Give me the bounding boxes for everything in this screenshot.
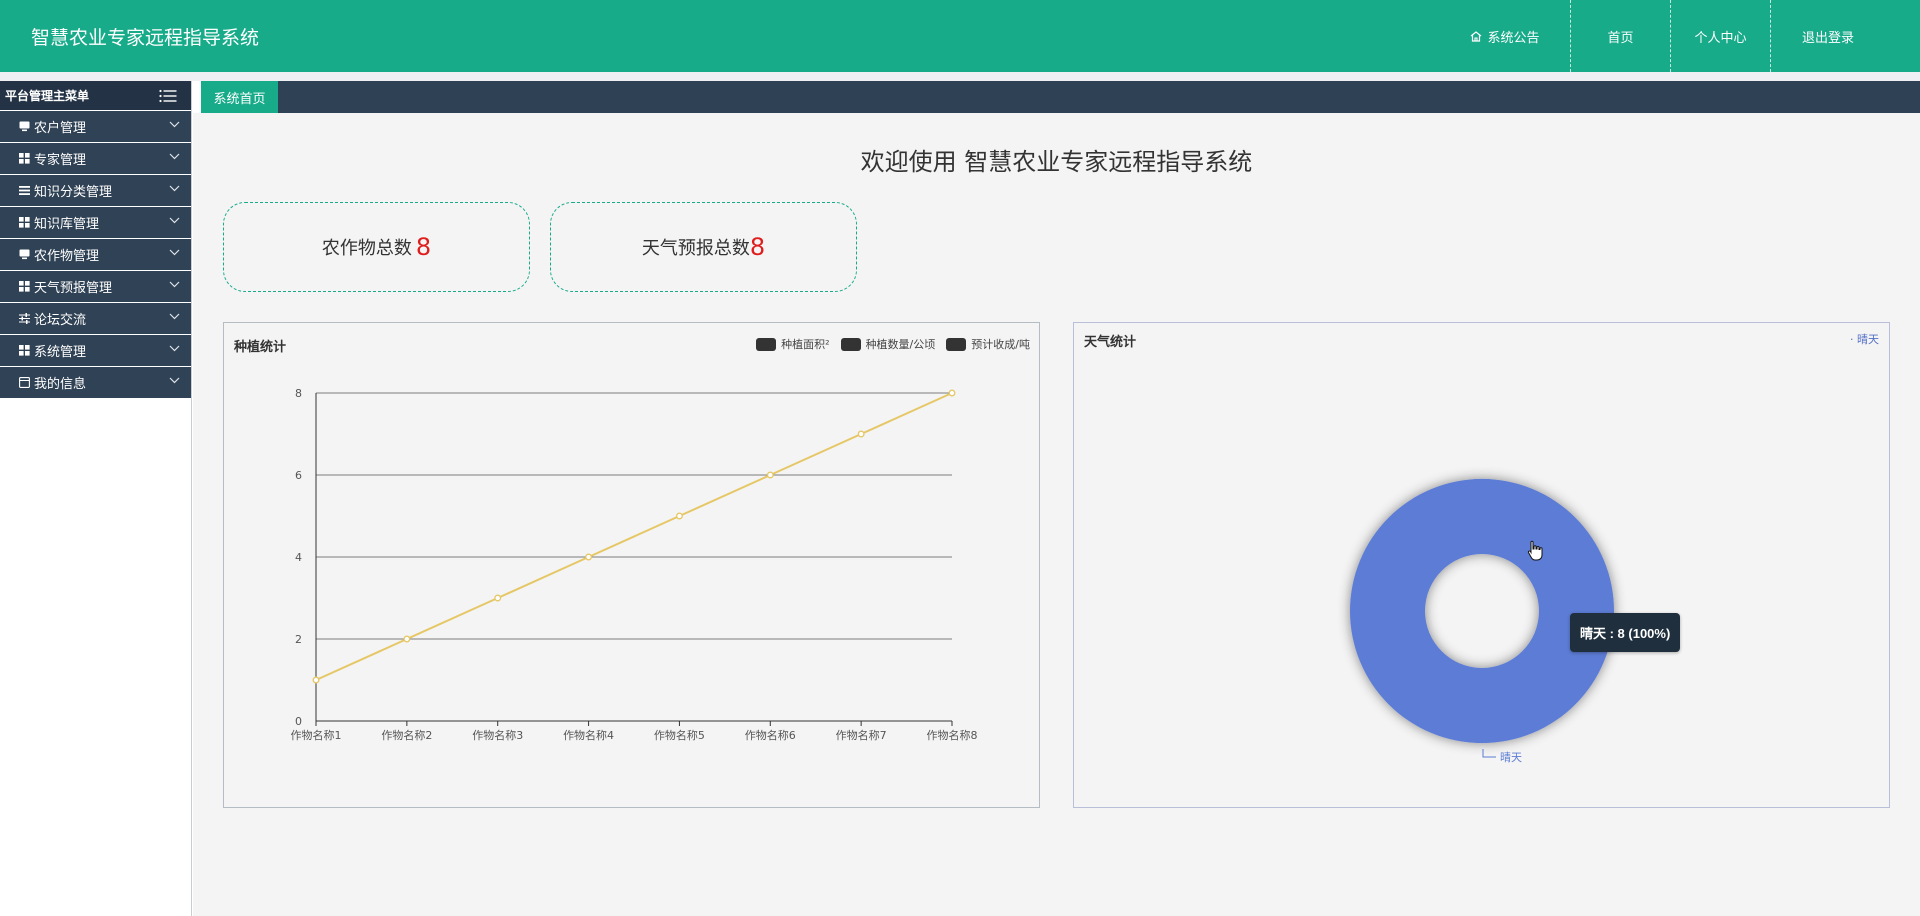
y-tick-label: 4	[295, 551, 302, 564]
pie-slice[interactable]	[1350, 478, 1614, 744]
weather-total-card: 天气预报总数 8	[550, 202, 857, 292]
chevron-down-icon	[169, 281, 180, 288]
grid-icon	[19, 153, 30, 164]
tab-bar: 系统首页	[201, 81, 1920, 113]
chevron-down-icon	[169, 249, 180, 256]
x-tick-label: 作物名称4	[563, 728, 614, 742]
y-tick-label: 6	[295, 469, 302, 482]
sidebar-heading: 平台管理主菜单	[0, 81, 191, 110]
grid-icon	[19, 345, 30, 356]
header-divider	[0, 72, 1920, 81]
home-notice-icon	[1471, 30, 1482, 42]
data-point	[494, 594, 502, 602]
sliders-icon	[19, 313, 30, 324]
window-icon	[19, 377, 30, 388]
sidebar-item-label: 知识分类管理	[34, 185, 113, 200]
sidebar: 平台管理主菜单 农户管理专家管理知识分类管理 知识库管理农作物管理天气预报管理 论坛…	[0, 81, 192, 916]
sidebar-item-1[interactable]: 农户管理	[0, 111, 191, 142]
x-tick-label: 作物名称2	[381, 728, 432, 742]
sidebar-item-4[interactable]: 知识库管理	[0, 207, 191, 238]
nav-profile-link[interactable]: 个人中心	[1670, 0, 1770, 72]
chevron-down-icon	[169, 377, 180, 384]
top-nav: 系统公告 首页 个人中心 退出登录	[1440, 0, 1920, 72]
weather-total-value: 8	[749, 233, 766, 261]
sidebar-item-label: 我的信息	[34, 377, 87, 392]
nav-logout-link[interactable]: 退出登录	[1770, 0, 1885, 72]
data-point	[403, 635, 411, 643]
planting-stats-panel: 种植统计 种植面积² 种植数量/公顷 预计收成/吨 0 2 4 6 8 作物名称1 作物名称…	[223, 322, 1040, 808]
tab-system-home[interactable]: 系统首页	[201, 81, 278, 113]
nav-notice-link[interactable]: 系统公告	[1440, 0, 1570, 72]
chevron-down-icon	[169, 121, 180, 128]
chevron-down-icon	[169, 153, 180, 160]
nav-notice-label: 系统公告	[1487, 30, 1540, 46]
app-title: 智慧农业专家远程指导系统	[31, 27, 260, 49]
sidebar-item-6[interactable]: 天气预报管理	[0, 271, 191, 302]
sidebar-item-label: 农户管理	[34, 121, 87, 136]
sidebar-item-9[interactable]: 我的信息	[0, 367, 191, 398]
x-tick-label: 作物名称5	[654, 728, 705, 742]
sidebar-item-5[interactable]: 农作物管理	[0, 239, 191, 270]
chart-tooltip: 晴天 : 8 (100%)	[1570, 613, 1681, 652]
chevron-down-icon	[169, 217, 180, 224]
data-point	[675, 512, 683, 520]
sidebar-item-2[interactable]: 专家管理	[0, 143, 191, 174]
nav-home-link[interactable]: 首页	[1570, 0, 1670, 72]
planting-line-chart: 0 2 4 6 8 作物名称1 作物名称2 作物名称3 作物名称4 作物名称5 作物名称6 作物名称7…	[291, 387, 978, 742]
chevron-down-icon	[169, 313, 180, 320]
top-header: 智慧农业专家远程指导系统 系统公告 首页 个人中心 退出登录	[0, 0, 1920, 72]
crops-total-value: 8	[415, 233, 432, 261]
series-line	[315, 392, 953, 681]
data-point	[948, 389, 956, 397]
data-point	[857, 430, 865, 438]
data-point	[766, 471, 774, 479]
weather-stats-panel: 天气统计 · 晴天 晴天 晴天 : 8 (100%)	[1073, 322, 1890, 808]
monitor-icon	[19, 249, 30, 260]
x-tick-label: 作物名称7	[836, 728, 887, 742]
sidebar-item-label: 知识库管理	[34, 217, 100, 232]
crops-total-label: 农作物总数	[321, 238, 412, 259]
slice-label-leader	[1482, 749, 1496, 758]
sidebar-item-label: 天气预报管理	[34, 281, 113, 296]
monitor-icon	[19, 121, 30, 132]
sidebar-heading-label: 平台管理主菜单	[5, 89, 90, 103]
menu-toggle-icon[interactable]	[159, 89, 177, 103]
sidebar-item-label: 系统管理	[34, 345, 87, 360]
main-content: 欢迎使用 智慧农业专家远程指导系统 农作物总数 8 天气预报总数 8 种植统计 …	[193, 113, 1920, 916]
list-icon	[19, 185, 30, 196]
sidebar-item-3[interactable]: 知识分类管理	[0, 175, 191, 206]
slice-label: 晴天	[1500, 751, 1522, 764]
sidebar-item-8[interactable]: 系统管理	[0, 335, 191, 366]
chevron-down-icon	[169, 185, 180, 192]
welcome-heading: 欢迎使用 智慧农业专家远程指导系统	[860, 148, 1253, 176]
sidebar-item-label: 专家管理	[34, 153, 87, 168]
crops-total-card: 农作物总数 8	[223, 202, 530, 292]
x-tick-label: 作物名称8	[927, 728, 978, 742]
chevron-down-icon	[169, 345, 180, 352]
data-point	[585, 553, 593, 561]
y-tick-label: 8	[295, 387, 302, 400]
x-tick-label: 作物名称3	[472, 728, 523, 742]
sidebar-item-label: 论坛交流	[34, 313, 87, 328]
grid-icon	[19, 217, 30, 228]
sidebar-menu: 农户管理专家管理知识分类管理 知识库管理农作物管理天气预报管理 论坛交流系统管理我的…	[0, 111, 191, 398]
sidebar-item-7[interactable]: 论坛交流	[0, 303, 191, 334]
data-point	[312, 676, 320, 684]
weather-donut-chart: 晴天	[1350, 478, 1614, 764]
grid-icon	[19, 281, 30, 292]
x-tick-label: 作物名称1	[291, 728, 342, 742]
y-tick-label: 2	[295, 633, 302, 646]
y-tick-label: 0	[295, 715, 302, 728]
sidebar-item-label: 农作物管理	[34, 249, 100, 264]
x-tick-label: 作物名称6	[745, 728, 796, 742]
weather-total-label: 天气预报总数	[641, 238, 750, 259]
